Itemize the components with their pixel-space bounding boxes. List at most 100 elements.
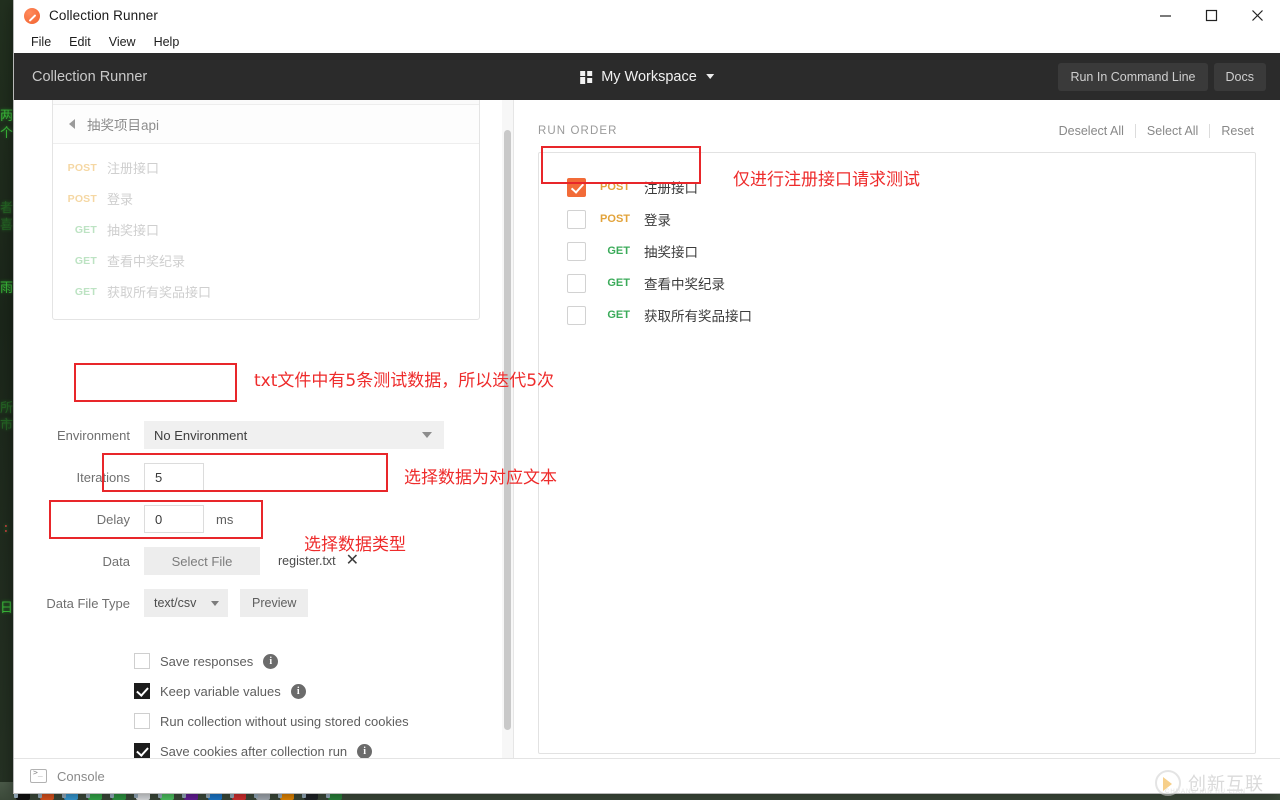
- watermark-subtext: CHUANG XIN HU LIAN: [1164, 789, 1246, 795]
- chevron-down-icon: [211, 600, 219, 606]
- title-bar: Collection Runner: [14, 0, 1280, 31]
- console-label: Console: [57, 768, 105, 784]
- collection-runner-window: Collection Runner File Edit View Help Co…: [14, 0, 1280, 793]
- docs-button[interactable]: Docs: [1213, 62, 1266, 91]
- checkbox[interactable]: [134, 743, 150, 758]
- info-icon[interactable]: i: [263, 653, 279, 669]
- request-label: 注册接口: [107, 161, 160, 176]
- list-item[interactable]: POST 登录: [53, 183, 479, 214]
- request-method: GET: [607, 245, 630, 257]
- checkbox[interactable]: [134, 653, 150, 669]
- list-item[interactable]: POST 注册接口: [53, 152, 479, 183]
- chevron-down-icon: [422, 432, 432, 438]
- checkbox[interactable]: [134, 683, 150, 699]
- checkbox[interactable]: [134, 713, 150, 729]
- list-item[interactable]: GET 获取所有奖品接口: [53, 276, 479, 307]
- menu-item-help[interactable]: Help: [145, 33, 189, 51]
- request-label: 获取所有奖品接口: [107, 285, 212, 300]
- menu-item-view[interactable]: View: [100, 33, 145, 51]
- reset-button[interactable]: Reset: [1210, 124, 1256, 138]
- run-order-row[interactable]: POST 登录: [567, 203, 1255, 235]
- checkbox[interactable]: [567, 177, 586, 197]
- select-file-button[interactable]: Select File: [144, 547, 260, 575]
- minimize-icon[interactable]: [1142, 0, 1188, 31]
- workspace-selector[interactable]: My Workspace: [580, 69, 714, 85]
- environment-value: No Environment: [154, 427, 248, 443]
- request-label: 抽奖接口: [107, 223, 160, 238]
- list-item[interactable]: GET 抽奖接口: [53, 214, 479, 245]
- matrix-rain-text: 所 市: [0, 401, 14, 433]
- environment-select[interactable]: No Environment: [144, 421, 444, 449]
- matrix-rain-text: 雨: [0, 281, 14, 296]
- data-file-type-label: Data File Type: [46, 595, 130, 611]
- run-order-row[interactable]: GET 查看中奖纪录: [567, 267, 1255, 299]
- info-icon[interactable]: i: [290, 683, 306, 699]
- delay-unit: ms: [216, 511, 234, 527]
- option-save-responses[interactable]: Save responses i: [134, 646, 409, 676]
- collection-name: 抽奖项目api: [87, 118, 160, 133]
- chevron-down-icon: [705, 74, 714, 79]
- right-pane: RUN ORDER Deselect All Select All Reset …: [514, 100, 1280, 758]
- scrollbar-thumb[interactable]: [504, 130, 511, 730]
- postman-logo-icon: [24, 7, 40, 24]
- info-icon[interactable]: i: [357, 743, 373, 758]
- preview-button[interactable]: Preview: [240, 589, 309, 617]
- option-label: Run collection without using stored cook…: [160, 713, 409, 729]
- matrix-rain-text: 日: [0, 601, 14, 616]
- annotation-text-data-file: 选择数据为对应文本: [404, 468, 557, 488]
- request-method: POST: [600, 181, 630, 193]
- delay-row: Delay 0 ms: [14, 502, 502, 536]
- header-actions: Run In Command Line Docs: [1058, 62, 1266, 91]
- window-controls: [1142, 0, 1280, 31]
- menu-item-file[interactable]: File: [22, 33, 60, 51]
- select-all-button[interactable]: Select All: [1136, 124, 1211, 138]
- run-order-row[interactable]: GET 获取所有奖品接口: [567, 299, 1255, 331]
- checkbox[interactable]: [567, 241, 586, 261]
- request-method: GET: [74, 285, 97, 298]
- back-caret-icon[interactable]: [69, 119, 75, 129]
- checkbox[interactable]: [567, 305, 586, 325]
- iterations-input[interactable]: 5: [144, 463, 204, 491]
- delay-input[interactable]: 0: [144, 505, 204, 533]
- data-file-type-value: text/csv: [154, 596, 197, 610]
- option-label: Save cookies after collection run: [160, 743, 348, 759]
- run-order-row[interactable]: GET 抽奖接口: [567, 235, 1255, 267]
- option-run-without-cookies[interactable]: Run collection without using stored cook…: [134, 706, 409, 736]
- maximize-icon[interactable]: [1188, 0, 1234, 31]
- option-keep-variable-values[interactable]: Keep variable values i: [134, 676, 409, 706]
- app-header: Collection Runner My Workspace Run In Co…: [14, 53, 1280, 100]
- data-file-name: register.txt: [278, 554, 336, 568]
- request-label: 登录: [644, 213, 671, 228]
- grid-icon: [580, 70, 593, 84]
- close-icon[interactable]: [1234, 0, 1280, 31]
- menu-item-edit[interactable]: Edit: [60, 33, 100, 51]
- matrix-rain-text: 两 个: [0, 109, 14, 141]
- deselect-all-button[interactable]: Deselect All: [1048, 124, 1136, 138]
- environment-label: Environment: [57, 427, 130, 443]
- terminal-icon: [30, 768, 47, 783]
- collection-header[interactable]: 抽奖项目api: [53, 105, 479, 144]
- request-method: POST: [67, 161, 97, 174]
- data-row: Data Select File register.txt ✕: [14, 544, 502, 578]
- left-pane-scrollbar[interactable]: [502, 100, 513, 758]
- menu-bar: File Edit View Help: [14, 31, 1280, 53]
- run-in-command-line-button[interactable]: Run In Command Line: [1058, 62, 1208, 91]
- run-options-list: Save responses i Keep variable values i …: [134, 646, 409, 758]
- request-label: 注册接口: [644, 181, 698, 196]
- checkbox[interactable]: [567, 209, 586, 229]
- close-icon[interactable]: ✕: [346, 553, 359, 569]
- run-order-list: POST 注册接口 POST 登录 GET 抽奖接口 GET 查看中奖纪录 GE…: [538, 152, 1256, 754]
- run-settings-form: Environment No Environment Iterations 5 …: [14, 418, 502, 628]
- list-item[interactable]: GET 查看中奖纪录: [53, 245, 479, 276]
- matrix-rain-text: :: [2, 521, 10, 536]
- option-save-cookies[interactable]: Save cookies after collection run i: [134, 736, 409, 758]
- annotation-text-iterations: txt文件中有5条测试数据，所以迭代5次: [254, 371, 555, 391]
- checkbox[interactable]: [567, 273, 586, 293]
- iterations-label: Iterations: [76, 469, 130, 485]
- window-title: Collection Runner: [49, 8, 159, 23]
- delay-label: Delay: [96, 511, 130, 527]
- console-bar[interactable]: Console: [14, 758, 1280, 793]
- data-file-type-row: Data File Type text/csv Preview: [14, 586, 502, 620]
- option-label: Save responses: [160, 653, 254, 669]
- data-file-type-select[interactable]: text/csv: [144, 589, 228, 617]
